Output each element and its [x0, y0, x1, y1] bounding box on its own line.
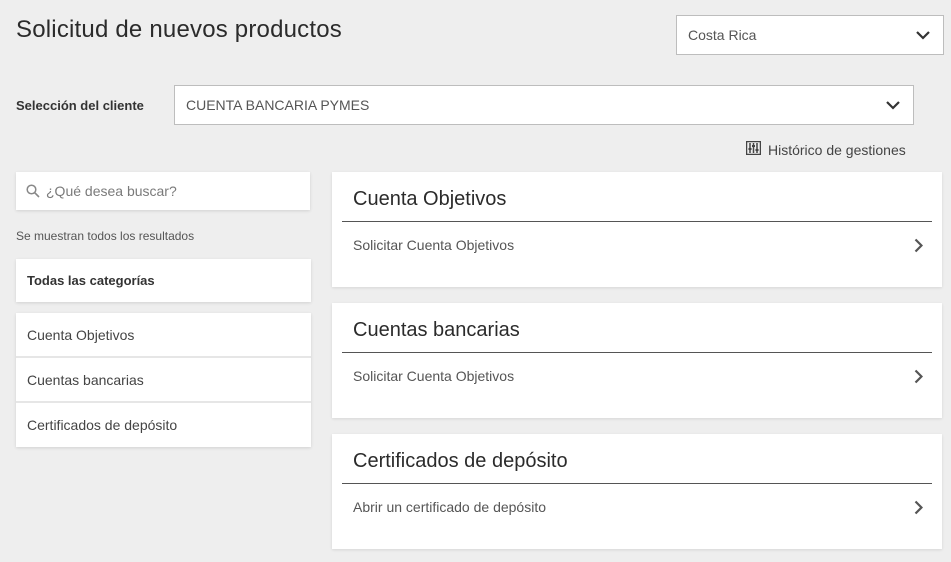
- country-select-value: Costa Rica: [688, 27, 757, 43]
- page-title: Solicitud de nuevos productos: [16, 16, 343, 43]
- product-action-link[interactable]: Abrir un certificado de depósito: [332, 490, 942, 524]
- product-action-label: Solicitar Cuenta Objetivos: [353, 368, 515, 384]
- divider: [342, 221, 932, 222]
- client-select-label: Selección del cliente: [16, 98, 144, 113]
- category-item-certificados-deposito[interactable]: Certificados de depósito: [16, 403, 311, 447]
- chevron-right-icon[interactable]: [902, 369, 942, 384]
- category-item-cuenta-objetivos[interactable]: Cuenta Objetivos: [16, 313, 311, 358]
- history-link[interactable]: Histórico de gestiones: [745, 140, 906, 158]
- client-select-value: CUENTA BANCARIA PYMES: [186, 97, 370, 113]
- product-action-label: Solicitar Cuenta Objetivos: [353, 237, 515, 253]
- product-card-title: Cuentas bancarias: [353, 319, 520, 341]
- results-note: Se muestran todos los resultados: [16, 229, 195, 243]
- product-card-cuenta-objetivos: Cuenta Objetivos Solicitar Cuenta Objeti…: [332, 172, 942, 287]
- product-action-link[interactable]: Solicitar Cuenta Objetivos: [332, 359, 942, 393]
- product-action-link[interactable]: Solicitar Cuenta Objetivos: [332, 228, 942, 262]
- product-card-certificados-deposito: Certificados de depósito Abrir un certif…: [332, 434, 942, 549]
- chevron-right-icon[interactable]: [902, 500, 942, 515]
- search-box[interactable]: [16, 172, 310, 210]
- divider: [342, 352, 932, 353]
- chevron-down-icon[interactable]: [873, 100, 913, 110]
- country-select[interactable]: Costa Rica: [676, 15, 944, 55]
- category-all[interactable]: Todas las categorías: [16, 259, 311, 302]
- chevron-down-icon[interactable]: [903, 30, 943, 40]
- sliders-icon: [745, 140, 762, 158]
- product-action-label: Abrir un certificado de depósito: [353, 499, 546, 515]
- product-card-title: Certificados de depósito: [353, 450, 568, 472]
- chevron-right-icon[interactable]: [902, 238, 942, 253]
- category-list: Cuenta Objetivos Cuentas bancarias Certi…: [16, 313, 311, 447]
- client-select[interactable]: CUENTA BANCARIA PYMES: [174, 85, 914, 125]
- search-input[interactable]: [46, 183, 296, 199]
- product-card-cuentas-bancarias: Cuentas bancarias Solicitar Cuenta Objet…: [332, 303, 942, 418]
- history-link-label: Histórico de gestiones: [768, 141, 906, 158]
- product-card-title: Cuenta Objetivos: [353, 188, 507, 210]
- divider: [342, 483, 932, 484]
- category-item-cuentas-bancarias[interactable]: Cuentas bancarias: [16, 358, 311, 403]
- search-icon: [16, 184, 46, 198]
